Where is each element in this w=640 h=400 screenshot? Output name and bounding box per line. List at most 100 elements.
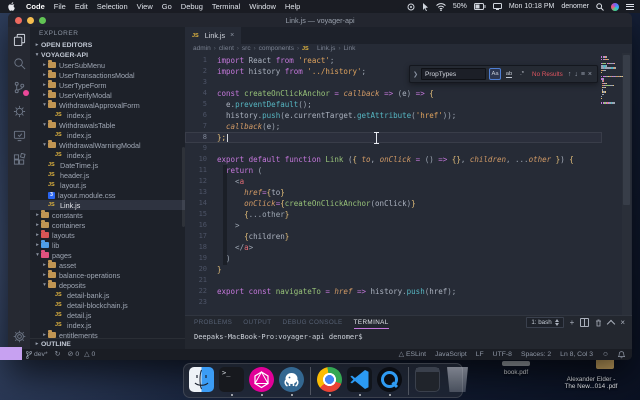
menu-terminal[interactable]: Terminal <box>212 2 240 11</box>
status-lf[interactable]: LF <box>476 351 484 358</box>
tree-item-usertypeform[interactable]: ▸UserTypeForm <box>30 80 185 90</box>
find-previous-icon[interactable]: ↑ <box>568 71 572 78</box>
dock-postgres-icon[interactable] <box>279 367 304 392</box>
battery-icon[interactable] <box>474 3 486 10</box>
code-line-19[interactable]: 19 ) <box>185 253 602 264</box>
problems-item[interactable]: ⊘0 △0 <box>67 351 95 358</box>
menu-help[interactable]: Help <box>285 2 300 11</box>
pointer-icon[interactable] <box>422 3 429 11</box>
kill-terminal-icon[interactable] <box>595 319 602 327</box>
split-terminal-icon[interactable] <box>580 318 589 327</box>
breadcrumb-link[interactable]: Link <box>343 45 355 52</box>
dock-quicktime-icon[interactable] <box>377 367 402 392</box>
whole-word-button[interactable]: ab <box>504 69 514 79</box>
source-control-icon[interactable] <box>13 81 26 94</box>
code-line-23[interactable]: 23 <box>185 297 602 308</box>
explorer-icon[interactable] <box>13 33 26 46</box>
panel-tab-problems[interactable]: PROBLEMS <box>194 319 232 326</box>
spotlight-search-icon[interactable] <box>596 3 604 11</box>
record-indicator-icon[interactable] <box>407 3 415 11</box>
regex-button[interactable]: .* <box>517 69 527 79</box>
tree-item-asset[interactable]: ▸asset <box>30 260 185 270</box>
tree-item-index-js[interactable]: JSindex.js <box>30 110 185 120</box>
tab-linkjs[interactable]: JS Link.js × <box>185 27 241 44</box>
status-javascript[interactable]: JavaScript <box>435 351 467 358</box>
find-in-selection-icon[interactable]: ≡ <box>581 71 585 78</box>
sync-item[interactable]: ↻ <box>55 351 61 358</box>
pdf-file-icon[interactable] <box>502 361 530 366</box>
extensions-icon[interactable] <box>13 153 26 166</box>
code-line-5[interactable]: 5 e.preventDefault(); <box>185 99 602 110</box>
feedback-smiley-icon[interactable]: ☺ <box>602 351 609 358</box>
tree-item-index-js[interactable]: JSindex.js <box>30 320 185 330</box>
code-line-8[interactable]: 8}; <box>185 132 602 143</box>
tree-item-lib[interactable]: ▸lib <box>30 240 185 250</box>
tree-item-containers[interactable]: ▸containers <box>30 220 185 230</box>
close-panel-icon[interactable]: × <box>620 319 625 327</box>
terminal-prompt[interactable]: Deepaks-MacBook-Pro:voyager-api denomer$ <box>185 329 632 341</box>
status-spaces-2[interactable]: Spaces: 2 <box>521 351 551 358</box>
tree-item-link-js[interactable]: JSLink.js <box>30 200 185 210</box>
tree-item-userverifymodal[interactable]: ▸UserVerifyModal <box>30 90 185 100</box>
tree-item-pages[interactable]: ▾pages <box>30 250 185 260</box>
find-expand-icon[interactable]: ❯ <box>413 71 418 78</box>
tree-item-entitlements[interactable]: ▸entitlements <box>30 330 185 338</box>
project-root-section[interactable]: ▾ VOYAGER-API <box>30 50 185 60</box>
code-line-15[interactable]: 15 {...other} <box>185 209 602 220</box>
search-icon[interactable] <box>13 57 26 70</box>
tree-item-layout-js[interactable]: JSlayout.js <box>30 180 185 190</box>
menu-go[interactable]: Go <box>162 2 172 11</box>
panel-tab-terminal[interactable]: TERMINAL <box>354 319 389 326</box>
desktop-file-label[interactable]: book.pdf <box>496 369 536 376</box>
debug-icon[interactable] <box>13 105 26 118</box>
desktop-file-label-2[interactable]: Alexander Elder - The New...014 .pdf <box>556 376 626 390</box>
tree-item-detail-js[interactable]: JSdetail.js <box>30 310 185 320</box>
code-line-6[interactable]: 6 history.push(e.currentTarget.getAttrib… <box>185 110 602 121</box>
maximize-panel-icon[interactable] <box>607 319 615 327</box>
find-input[interactable] <box>421 68 486 80</box>
close-find-icon[interactable]: × <box>588 71 592 78</box>
breadcrumb-components[interactable]: components <box>259 45 294 52</box>
breadcrumb-src[interactable]: src <box>242 45 251 52</box>
status-ln-8-col-3[interactable]: Ln 8, Col 3 <box>560 351 593 358</box>
menu-file[interactable]: File <box>54 2 66 11</box>
close-tab-icon[interactable]: × <box>230 32 234 39</box>
git-branch-item[interactable]: dev* <box>26 351 48 359</box>
menu-edit[interactable]: Edit <box>75 2 88 11</box>
code-line-21[interactable]: 21 <box>185 275 602 286</box>
code-line-22[interactable]: 22export const navigateTo = href => hist… <box>185 286 602 297</box>
menu-window[interactable]: Window <box>249 2 276 11</box>
code-line-4[interactable]: 4const createOnClickAnchor = callback =>… <box>185 88 602 99</box>
shell-selector[interactable]: 1: bash <box>526 317 563 328</box>
menu-code[interactable]: Code <box>26 2 45 11</box>
open-editors-section[interactable]: ▸ OPEN EDITORS <box>30 40 185 50</box>
editor-scrollbar[interactable] <box>622 53 631 315</box>
tree-item-datetime-js[interactable]: JSDateTime.js <box>30 160 185 170</box>
dock-vscode-icon[interactable] <box>347 367 372 392</box>
code-line-12[interactable]: 12 <a <box>185 176 602 187</box>
code-editor[interactable]: 1import React from 'react';2import histo… <box>185 53 632 315</box>
tree-item-layouts[interactable]: ▸layouts <box>30 230 185 240</box>
code-line-9[interactable]: 9 <box>185 143 602 154</box>
code-line-10[interactable]: 10export default function Link ({ to, on… <box>185 154 602 165</box>
breadcrumb-link-js[interactable]: Link.js <box>317 45 335 52</box>
code-line-18[interactable]: 18 </a> <box>185 242 602 253</box>
tree-item-deposits[interactable]: ▾deposits <box>30 280 185 290</box>
menu-clock[interactable]: Mon 10:18 PM <box>509 3 555 10</box>
status-eslint[interactable]: △ESLint <box>399 351 426 358</box>
title-bar[interactable]: Link.js — voyager-api <box>8 13 632 27</box>
outline-section[interactable]: ▸ OUTLINE <box>30 338 185 349</box>
settings-gear-icon[interactable] <box>13 330 26 343</box>
code-line-7[interactable]: 7 callback(e); <box>185 121 602 132</box>
menu-view[interactable]: View <box>137 2 153 11</box>
new-terminal-icon[interactable]: + <box>570 319 575 327</box>
dock-minimized-window[interactable] <box>415 367 440 392</box>
code-line-14[interactable]: 14 onClick={createOnClickAnchor(onClick)… <box>185 198 602 209</box>
breadcrumb-admin[interactable]: admin <box>193 45 211 52</box>
breadcrumb-client[interactable]: client <box>219 45 234 52</box>
tree-item-withdrawalwarningmodal[interactable]: ▾WithdrawalWarningModal <box>30 140 185 150</box>
tree-item-usersubmenu[interactable]: ▸UserSubMenu <box>30 60 185 70</box>
tree-item-layout-module-css[interactable]: 3layout.module.css <box>30 190 185 200</box>
notification-center-icon[interactable] <box>626 4 634 10</box>
menu-debug[interactable]: Debug <box>181 2 203 11</box>
